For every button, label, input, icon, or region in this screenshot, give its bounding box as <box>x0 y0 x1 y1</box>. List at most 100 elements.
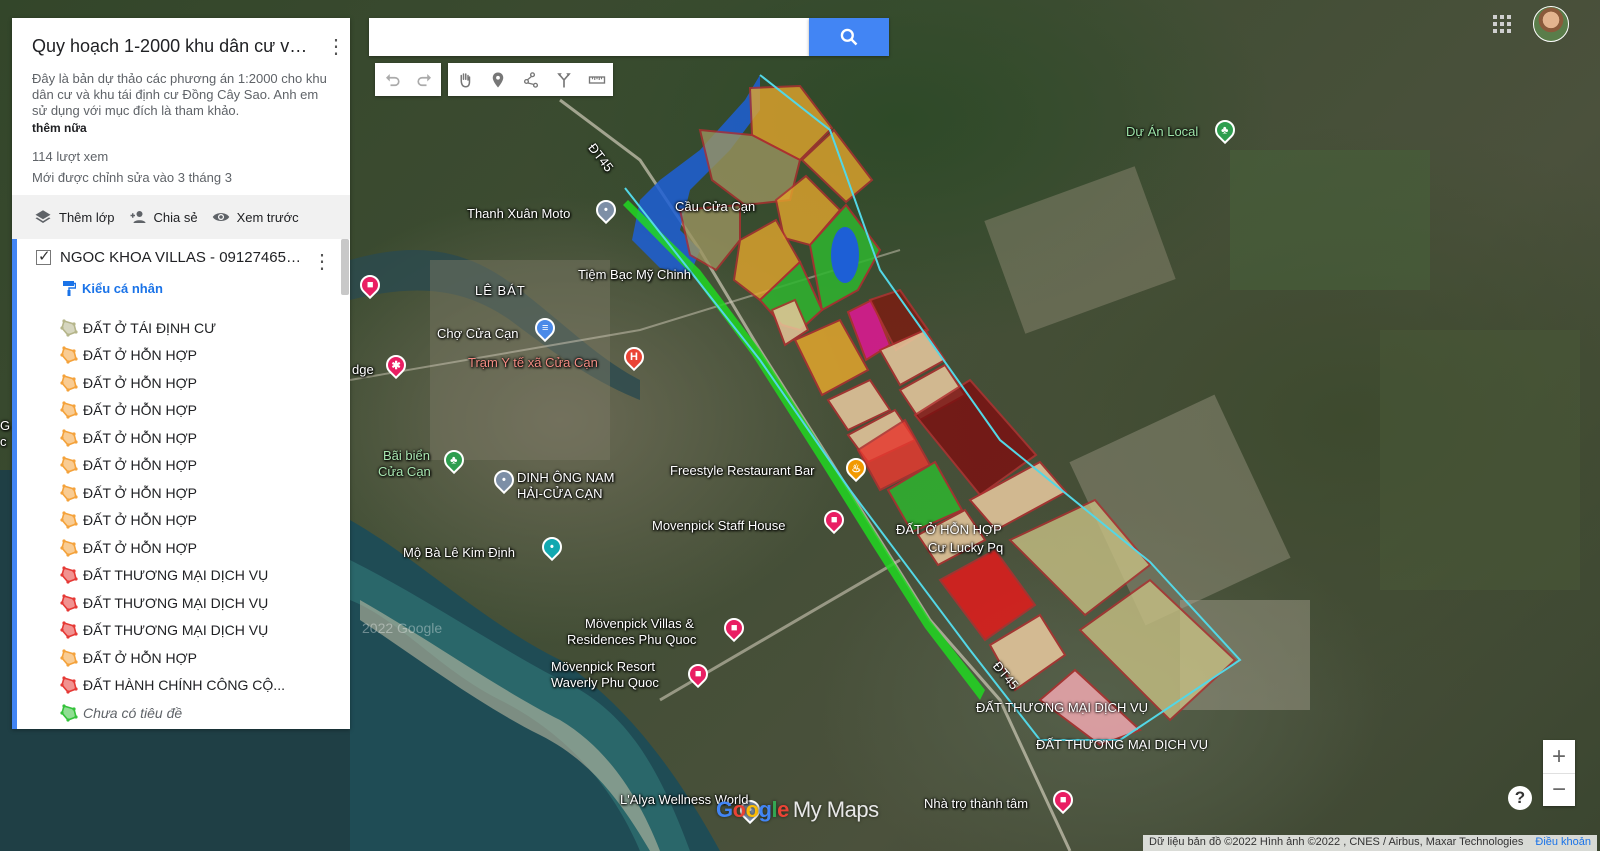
feature-label: Chưa có tiêu đề <box>83 704 183 721</box>
undo-icon <box>385 73 400 86</box>
layer-style-link[interactable]: Kiểu cá nhân <box>62 280 163 296</box>
polygon-icon[interactable] <box>60 649 78 667</box>
feature-list-item[interactable]: Chưa có tiêu đề <box>60 699 285 727</box>
polygon-icon[interactable] <box>60 511 78 529</box>
layer-name[interactable]: NGOC KHOA VILLAS - 091274653... <box>60 249 304 266</box>
undo-button[interactable] <box>375 63 408 96</box>
panel-header: Quy hoạch 1-2000 khu dân cư và k... ⋮ Đâ… <box>12 18 350 193</box>
map-label[interactable]: Chợ Cửa Cạn <box>437 326 519 341</box>
draw-line-button[interactable] <box>514 63 547 96</box>
feature-list-item[interactable]: ĐẤT Ở HỖN HỢP <box>60 644 285 672</box>
feature-list-item[interactable]: ĐẤT THƯƠNG MẠI DỊCH VỤ <box>60 589 285 617</box>
polygon-icon[interactable] <box>60 456 78 474</box>
map-label[interactable]: Dự Án Local <box>1126 124 1198 139</box>
layers-icon <box>35 210 51 223</box>
map-label[interactable]: Mộ Bà Lê Kim Định <box>403 545 515 560</box>
hand-icon <box>460 72 470 88</box>
feature-label: ĐẤT THƯƠNG MẠI DỊCH VỤ <box>83 567 269 584</box>
feature-label: ĐẤT THƯƠNG MẠI DỊCH VỤ <box>83 622 269 639</box>
feature-list-item[interactable]: ĐẤT HÀNH CHÍNH CÔNG CỘ... <box>60 672 285 700</box>
layer-visibility-checkbox[interactable] <box>36 247 51 265</box>
map-label[interactable]: DINH ÔNG NAM <box>517 470 615 485</box>
feature-list-item[interactable]: ĐẤT THƯƠNG MẠI DỊCH VỤ <box>60 562 285 590</box>
polygon-icon[interactable] <box>60 319 78 337</box>
feature-list-item[interactable]: ĐẤT Ở HỖN HỢP <box>60 479 285 507</box>
polygon-icon[interactable] <box>60 676 78 694</box>
map-label[interactable]: Cư Lucky Pq <box>928 540 1003 555</box>
map-title[interactable]: Quy hoạch 1-2000 khu dân cư và k... <box>32 36 314 57</box>
feature-label: ĐẤT Ở HỖN HỢP <box>83 457 197 474</box>
zone-label: ĐẤT THƯƠNG MẠI DỊCH VỤ <box>1036 737 1209 752</box>
paint-roller-icon <box>63 281 76 296</box>
panel-actions: Thêm lớp Chia sẻ Xem trước <box>12 195 350 239</box>
polygon-icon[interactable] <box>60 484 78 502</box>
feature-list-item[interactable]: ĐẤT Ở HỖN HỢP <box>60 342 285 370</box>
feature-list-item[interactable]: ĐẤT Ở HỖN HỢP <box>60 397 285 425</box>
feature-list-item[interactable]: ĐẤT Ở HỖN HỢP <box>60 424 285 452</box>
zoom-in-button[interactable]: + <box>1543 740 1575 773</box>
more-options-icon[interactable]: ⋮ <box>326 36 346 60</box>
help-button[interactable]: ? <box>1508 786 1532 810</box>
preview-button[interactable]: Xem trước <box>212 208 299 226</box>
map-label[interactable]: HẢI-CỬA CẠN <box>517 486 603 501</box>
search-input[interactable] <box>369 18 809 56</box>
map-label[interactable]: Cầu Cửa Cạn <box>675 199 755 214</box>
feature-label: ĐẤT Ở HỖN HỢP <box>83 347 197 364</box>
pan-tool-button[interactable] <box>448 63 481 96</box>
map-label[interactable]: Nhà trọ thành tâm <box>924 796 1028 811</box>
polygon-icon[interactable] <box>60 621 78 639</box>
history-tools <box>375 63 441 96</box>
apps-grid-icon[interactable] <box>1492 14 1512 34</box>
polygon-icon[interactable] <box>60 539 78 557</box>
polygon-icon[interactable] <box>60 429 78 447</box>
add-marker-button[interactable] <box>481 63 514 96</box>
feature-list-item[interactable]: ĐẤT THƯƠNG MẠI DỊCH VỤ <box>60 617 285 645</box>
terms-link[interactable]: Điều khoản <box>1535 836 1591 850</box>
add-layer-button[interactable]: Thêm lớp <box>34 208 115 226</box>
map-label[interactable]: Trạm Y tế xã Cửa Cạn <box>468 355 598 370</box>
scrollbar-thumb[interactable] <box>341 239 349 295</box>
map-label[interactable]: Movenpick Staff House <box>652 518 785 533</box>
map-label[interactable]: Waverly Phu Quoc <box>551 675 659 690</box>
share-button[interactable]: Chia sẻ <box>129 208 198 226</box>
directions-button[interactable] <box>547 63 580 96</box>
map-label[interactable]: Cửa Cạn <box>378 464 431 479</box>
polygon-icon[interactable] <box>60 566 78 584</box>
zoom-control: + − <box>1543 740 1575 806</box>
drawing-tools <box>448 63 613 96</box>
google-my-maps-logo: Google My Maps <box>716 797 879 822</box>
feature-label: ĐẤT HÀNH CHÍNH CÔNG CỘ... <box>83 677 285 694</box>
more-link[interactable]: thêm nữa <box>32 121 330 135</box>
feature-list-item[interactable]: ĐẤT Ở HỖN HỢP <box>60 452 285 480</box>
redo-button[interactable] <box>408 63 441 96</box>
polygon-icon[interactable] <box>60 704 78 722</box>
feature-list-item[interactable]: ĐẤT Ở HỖN HỢP <box>60 507 285 535</box>
polygon-icon[interactable] <box>60 374 78 392</box>
map-label[interactable]: Tiệm Bạc Mỹ Chinh <box>578 267 691 282</box>
draw-line-icon <box>523 71 538 88</box>
map-label[interactable]: dge <box>352 362 374 377</box>
map-description: Đây là bản dự thảo các phương án 1:2000 … <box>32 71 327 118</box>
zoom-out-button[interactable]: − <box>1543 773 1575 806</box>
map-label[interactable]: Thanh Xuân Moto <box>467 206 570 221</box>
feature-list-item[interactable]: ĐẤT Ở TÁI ĐỊNH CƯ <box>60 314 285 342</box>
directions-icon <box>556 72 571 87</box>
layer-active-bar <box>12 239 17 729</box>
polygon-icon[interactable] <box>60 401 78 419</box>
attribution-text: Dữ liệu bản đồ ©2022 Hình ảnh ©2022 , CN… <box>1149 836 1524 848</box>
map-label[interactable]: Mövenpick Villas & <box>585 616 694 631</box>
feature-list-item[interactable]: ĐẤT Ở HỖN HỢP <box>60 369 285 397</box>
redo-icon <box>416 73 431 86</box>
polygon-icon[interactable] <box>60 594 78 612</box>
feature-list-item[interactable]: ĐẤT Ở HỖN HỢP <box>60 534 285 562</box>
measure-button[interactable] <box>580 63 613 96</box>
map-label[interactable]: Mövenpick Resort <box>551 659 655 674</box>
map-label[interactable]: Freestyle Restaurant Bar <box>670 463 815 478</box>
polygon-icon[interactable] <box>60 346 78 364</box>
search-button[interactable] <box>809 18 889 56</box>
account-avatar[interactable] <box>1533 6 1569 42</box>
map-label[interactable]: Bãi biển <box>383 448 430 463</box>
add-layer-label: Thêm lớp <box>59 209 115 225</box>
map-label[interactable]: Residences Phu Quoc <box>567 632 696 647</box>
layer-options-icon[interactable]: ⋮ <box>312 249 332 274</box>
